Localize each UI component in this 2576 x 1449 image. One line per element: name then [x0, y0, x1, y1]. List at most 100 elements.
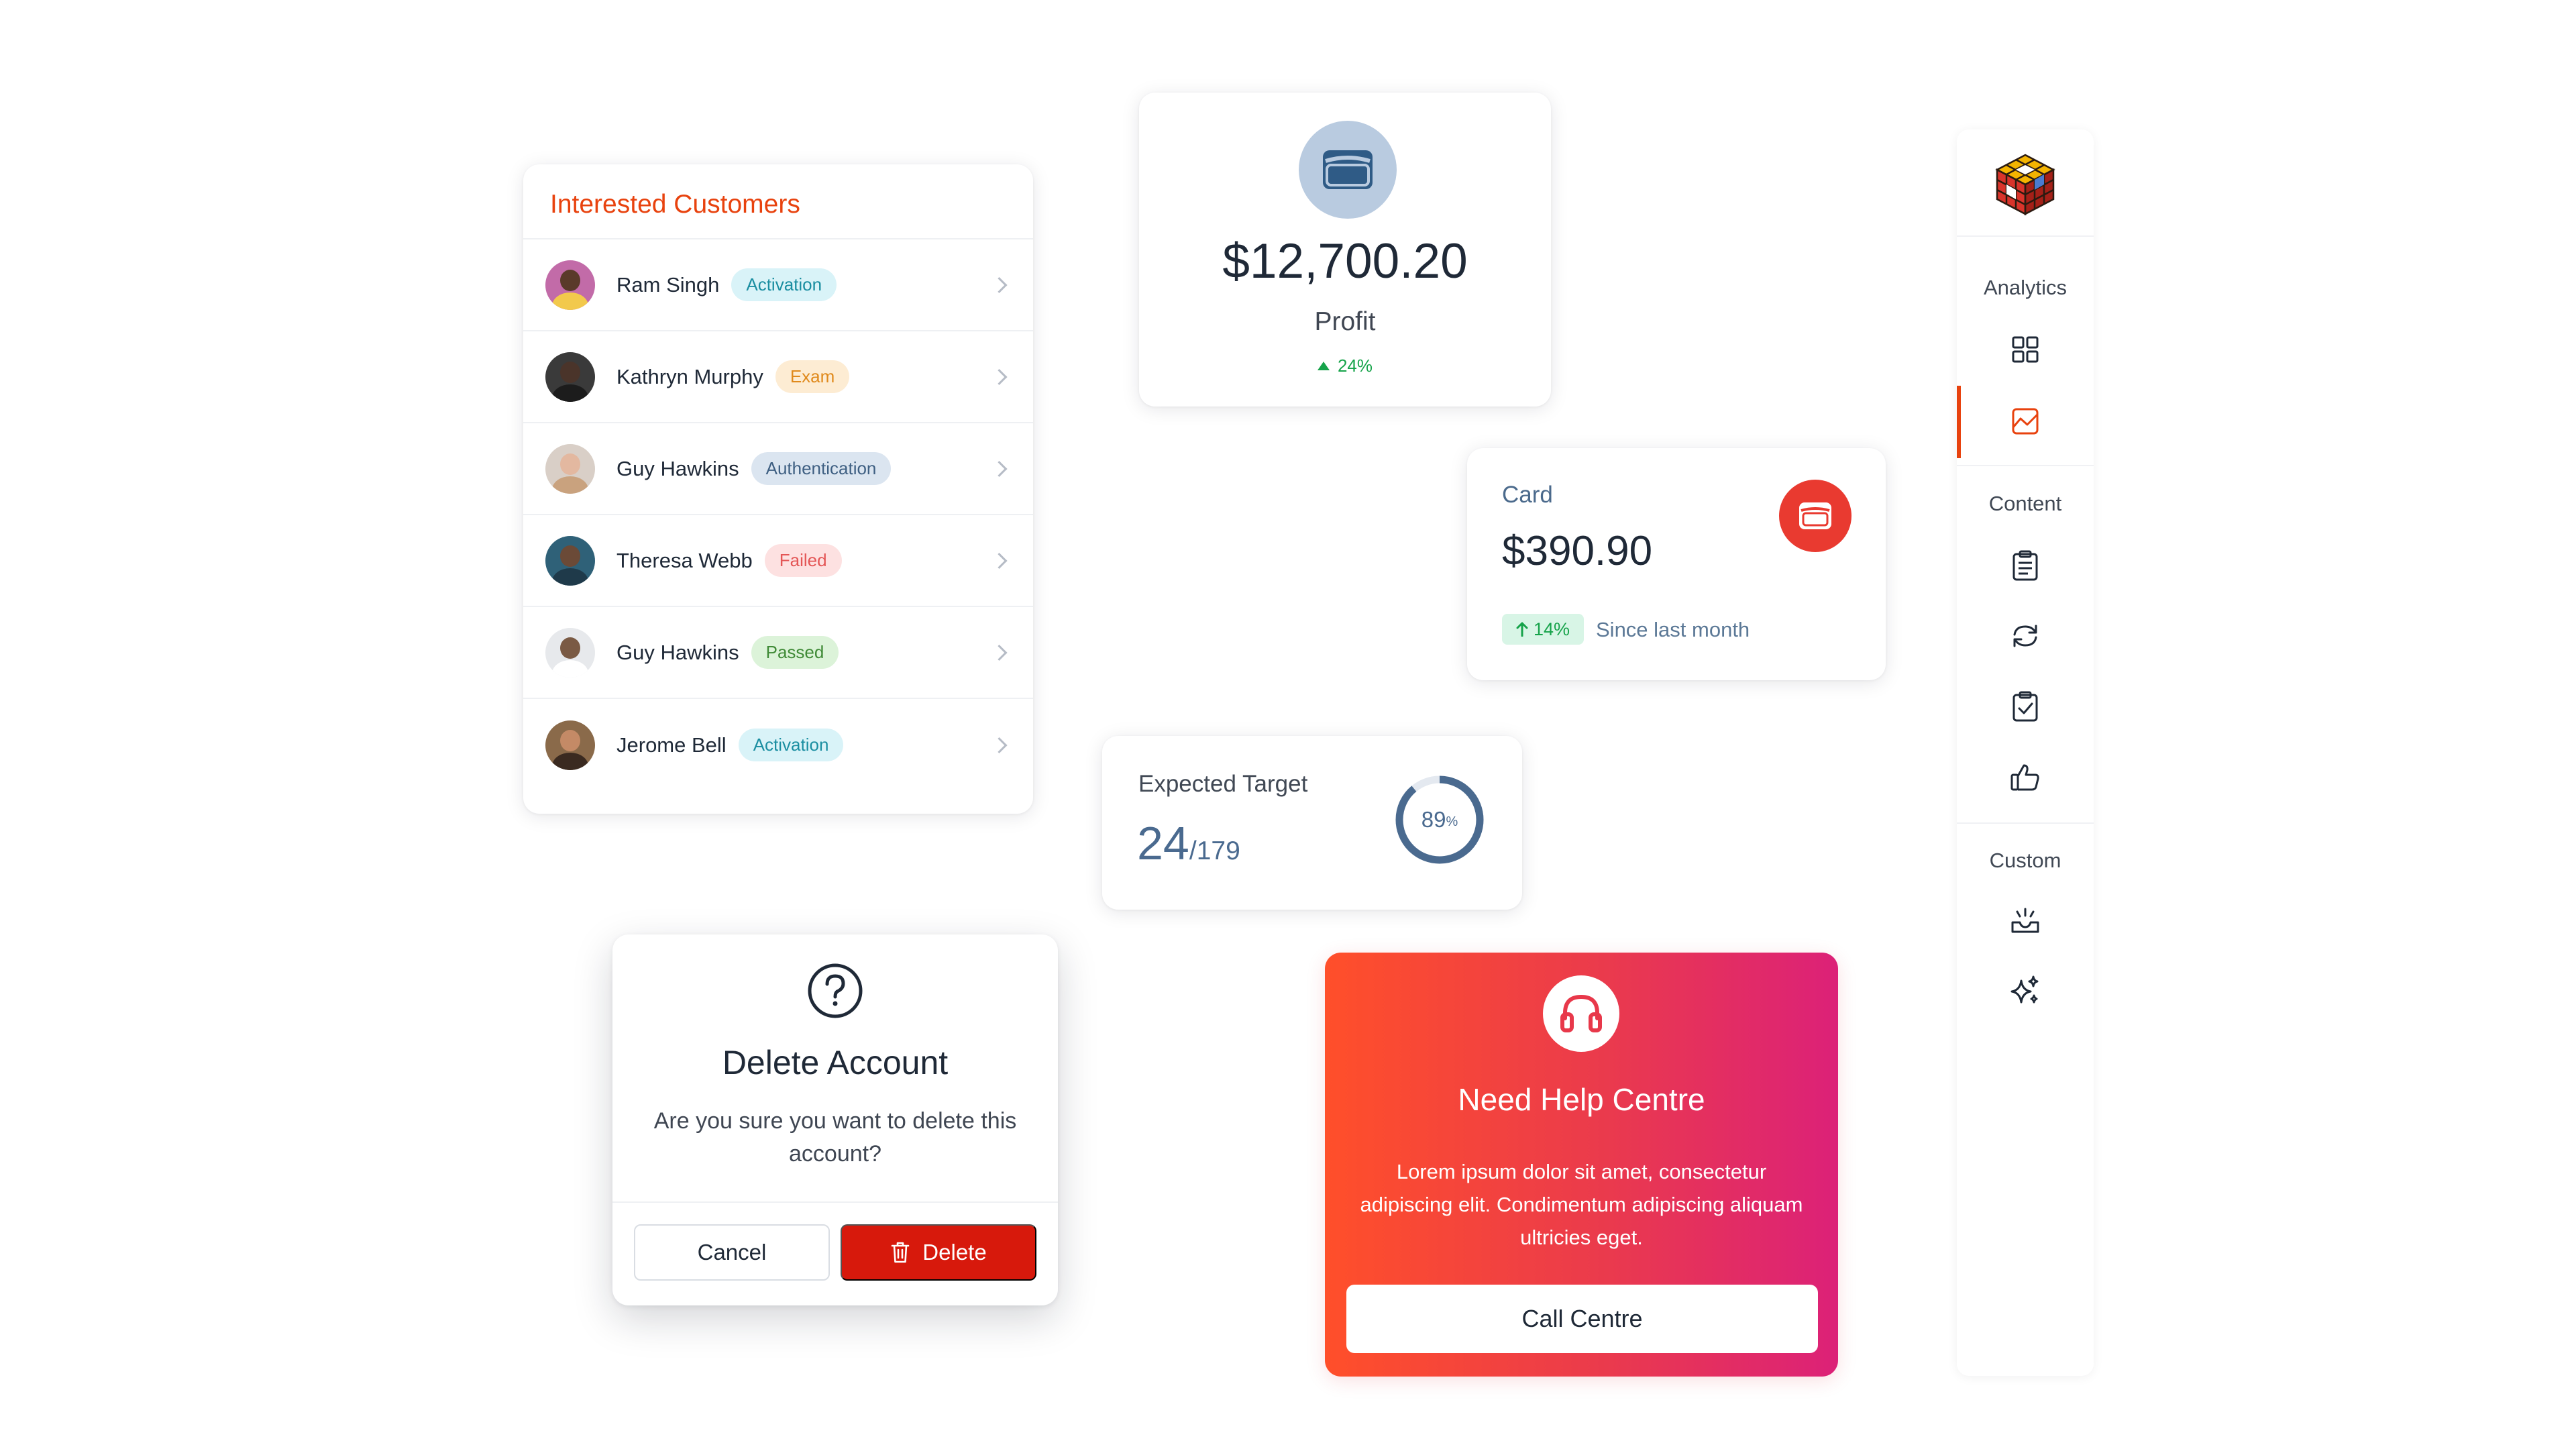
- thumbs-up-icon[interactable]: [2005, 757, 2045, 797]
- status-badge: Failed: [764, 544, 842, 577]
- customer-row[interactable]: Ram Singh Activation: [523, 239, 1033, 331]
- profit-card: $12,700.20 Profit 24%: [1139, 93, 1551, 407]
- chevron-right-icon[interactable]: [991, 368, 1008, 385]
- sparkles-icon[interactable]: [2005, 970, 2045, 1010]
- delete-account-dialog: Delete Account Are you sure you want to …: [612, 934, 1058, 1305]
- avatar-head: [560, 453, 580, 475]
- card-since-label: Since last month: [1596, 618, 1750, 641]
- card-balance-card: Card $390.90 14% Since last month: [1467, 448, 1886, 680]
- clipboard-icon[interactable]: [2005, 545, 2045, 586]
- active-indicator: [1957, 386, 1961, 458]
- target-percent-value: 89: [1421, 807, 1446, 832]
- question-icon: [808, 963, 863, 1018]
- dialog-divider: [612, 1201, 1058, 1203]
- profit-growth: 24%: [1139, 356, 1551, 376]
- delete-button[interactable]: Delete: [841, 1224, 1036, 1281]
- expected-target-card: Expected Target 24/179 89%: [1102, 736, 1522, 910]
- avatar-body: [552, 752, 588, 770]
- interested-customers-card: Interested Customers Ram Singh Activation…: [523, 164, 1033, 814]
- customers-list: Ram Singh Activation Kathryn Murphy Exam Guy…: [523, 239, 1033, 791]
- avatar-head: [560, 269, 580, 291]
- avatar-body: [552, 659, 588, 678]
- chevron-right-icon[interactable]: [991, 644, 1008, 661]
- target-current: 24: [1137, 817, 1189, 869]
- customer-name: Theresa Webb: [616, 548, 753, 572]
- customer-row[interactable]: Guy Hawkins Passed: [523, 607, 1033, 699]
- delete-button-label: Delete: [922, 1240, 987, 1265]
- avatar-body: [552, 384, 588, 402]
- target-value: 24/179: [1137, 816, 1240, 870]
- cancel-button-label: Cancel: [697, 1240, 767, 1265]
- help-centre-card: Need Help Centre Lorem ipsum dolor sit a…: [1325, 953, 1838, 1377]
- grid-icon[interactable]: [2005, 329, 2045, 370]
- card-amount: $390.90: [1502, 528, 1653, 574]
- help-title: Need Help Centre: [1458, 1082, 1705, 1117]
- sidebar-section-content: Content: [1988, 492, 2062, 515]
- card-growth-value: 14%: [1533, 619, 1570, 639]
- card-title: Card: [1502, 482, 1553, 508]
- chart-icon[interactable]: [2005, 401, 2045, 441]
- wallet-icon: [1299, 121, 1397, 219]
- chevron-right-icon[interactable]: [991, 552, 1008, 569]
- arrow-up-icon: [1317, 362, 1330, 370]
- checklist-icon[interactable]: [2005, 686, 2045, 727]
- profit-label: Profit: [1314, 307, 1376, 336]
- avatar: [545, 535, 595, 586]
- customer-row[interactable]: Jerome Bell Activation: [523, 699, 1033, 791]
- target-title: Expected Target: [1138, 771, 1308, 797]
- profit-growth-value: 24%: [1337, 356, 1373, 376]
- avatar-head: [560, 361, 580, 383]
- avatar-body: [552, 292, 588, 310]
- target-percent: 89%: [1393, 773, 1487, 867]
- avatar: [545, 260, 595, 310]
- avatar-head: [560, 545, 580, 567]
- status-badge: Exam: [775, 360, 850, 393]
- cancel-button[interactable]: Cancel: [634, 1224, 830, 1281]
- help-description: Lorem ipsum dolor sit amet, consectetur …: [1360, 1160, 1803, 1249]
- sidebar-section-custom: Custom: [1989, 849, 2061, 872]
- status-badge: Activation: [738, 729, 844, 761]
- status-badge: Authentication: [751, 452, 892, 485]
- customer-name: Jerome Bell: [616, 733, 727, 757]
- avatar: [545, 352, 595, 402]
- dialog-message: Are you sure you want to delete this acc…: [653, 1108, 1017, 1167]
- trash-icon: [891, 1242, 910, 1263]
- customer-name: Guy Hawkins: [616, 640, 739, 664]
- wallet-icon: [1779, 480, 1851, 552]
- inbox-icon[interactable]: [2005, 901, 2045, 941]
- status-badge: Activation: [731, 268, 837, 301]
- chevron-right-icon[interactable]: [991, 276, 1008, 293]
- customers-title: Interested Customers: [523, 164, 1033, 239]
- avatar: [545, 627, 595, 678]
- chevron-right-icon[interactable]: [991, 460, 1008, 477]
- headset-icon: [1543, 975, 1619, 1052]
- target-total: /179: [1189, 837, 1240, 865]
- customer-row[interactable]: Theresa Webb Failed: [523, 515, 1033, 607]
- chevron-right-icon[interactable]: [991, 737, 1008, 753]
- avatar-head: [560, 637, 580, 659]
- sidebar: Analytics Content Custom: [1957, 129, 2094, 1376]
- card-growth-badge: 14%: [1502, 614, 1584, 645]
- avatar-head: [560, 729, 580, 751]
- sidebar-divider: [1957, 465, 2094, 466]
- customer-name: Guy Hawkins: [616, 456, 739, 480]
- rubiks-cube-logo[interactable]: [1990, 150, 2060, 219]
- arrow-up-icon: [1516, 622, 1528, 637]
- customer-row[interactable]: Guy Hawkins Authentication: [523, 423, 1033, 515]
- sidebar-divider: [1957, 822, 2094, 824]
- dialog-title: Delete Account: [722, 1044, 949, 1081]
- sidebar-section-analytics: Analytics: [1983, 276, 2068, 299]
- avatar: [545, 720, 595, 770]
- status-badge: Passed: [751, 636, 839, 669]
- customer-name: Ram Singh: [616, 272, 720, 297]
- profit-amount: $12,700.20: [1222, 234, 1468, 288]
- target-percent-sign: %: [1446, 814, 1458, 829]
- refresh-icon[interactable]: [2005, 616, 2045, 656]
- customer-name: Kathryn Murphy: [616, 364, 763, 388]
- customer-row[interactable]: Kathryn Murphy Exam: [523, 331, 1033, 423]
- call-centre-button[interactable]: Call Centre: [1346, 1285, 1818, 1353]
- call-centre-label: Call Centre: [1521, 1305, 1643, 1332]
- avatar: [545, 443, 595, 494]
- avatar-body: [552, 568, 588, 586]
- sidebar-divider: [1957, 235, 2094, 237]
